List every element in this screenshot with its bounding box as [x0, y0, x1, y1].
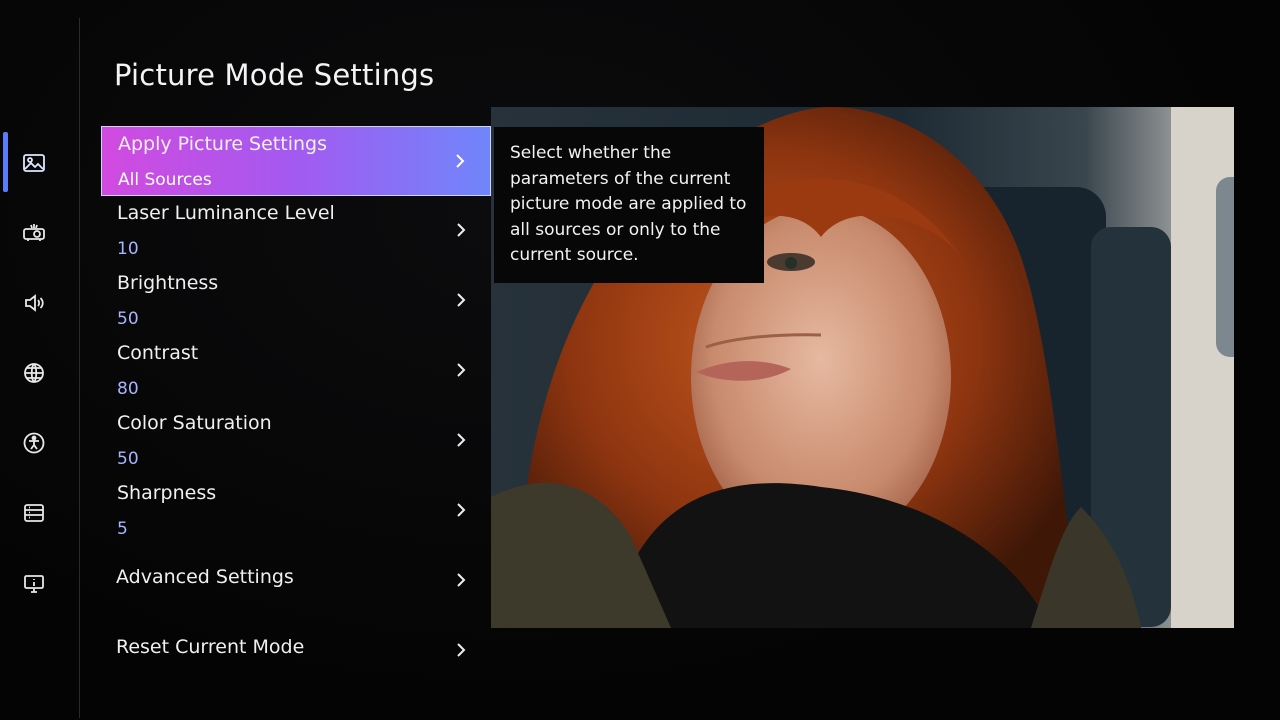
menu-item-apply-picture-settings[interactable]: Apply Picture Settings All Sources — [101, 126, 491, 196]
help-line: Select whether the — [510, 143, 672, 163]
speaker-icon — [25, 294, 44, 312]
globe-icon — [24, 363, 44, 383]
help-description-box: Select whether the parameters of the cur… — [494, 127, 764, 283]
menu-item-reset-current-mode[interactable]: Reset Current Mode — [101, 622, 491, 682]
menu-item-laser-luminance-level[interactable]: Laser Luminance Level 10 — [101, 196, 491, 266]
menu-item-label: Reset Current Mode — [116, 636, 305, 658]
picture-settings-menu: Apply Picture Settings All Sources Laser… — [101, 126, 491, 546]
rail-item-projector[interactable] — [14, 213, 54, 253]
page-title: Picture Mode Settings — [114, 58, 435, 92]
chevron-right-icon — [457, 503, 466, 517]
chevron-right-icon — [457, 433, 466, 447]
settings-category-rail — [0, 0, 80, 720]
help-line: parameters of the current — [510, 168, 731, 189]
help-text: Select whether the parameters of the cur… — [510, 141, 748, 269]
tv-settings-screen: Picture Mode Settings Apply Picture Sett… — [0, 0, 1280, 720]
picture-icon — [23, 154, 45, 172]
chevron-right-icon — [456, 154, 465, 168]
projector-icon — [23, 224, 45, 241]
menu-item-label: Contrast — [117, 342, 199, 364]
menu-item-value: All Sources — [118, 170, 212, 190]
menu-item-label: Apply Picture Settings — [118, 133, 327, 155]
menu-item-label: Sharpness — [117, 482, 217, 504]
rail-item-sound[interactable] — [14, 283, 54, 323]
menu-item-label: Laser Luminance Level — [117, 202, 335, 224]
menu-item-label: Advanced Settings — [116, 566, 294, 588]
menu-item-value: 50 — [117, 449, 139, 469]
list-icon — [24, 504, 44, 522]
info-display-icon — [24, 575, 44, 593]
menu-item-value: 10 — [117, 239, 139, 259]
help-line: all sources or only to the — [510, 219, 721, 240]
rail-item-system[interactable] — [14, 493, 54, 533]
menu-item-advanced-settings[interactable]: Advanced Settings — [101, 552, 491, 612]
active-category-indicator — [3, 132, 8, 192]
menu-item-value: 80 — [117, 379, 139, 399]
rail-item-network[interactable] — [14, 353, 54, 393]
menu-item-color-saturation[interactable]: Color Saturation 50 — [101, 406, 491, 476]
menu-item-value: 5 — [117, 519, 128, 539]
rail-item-support[interactable] — [14, 563, 54, 603]
rail-item-picture[interactable] — [14, 143, 54, 183]
menu-item-contrast[interactable]: Contrast 80 — [101, 336, 491, 406]
chevron-right-icon — [457, 363, 466, 377]
chevron-right-icon — [457, 293, 466, 307]
help-line: current source. — [510, 245, 639, 265]
chevron-right-icon — [457, 643, 466, 657]
menu-item-label: Brightness — [117, 272, 219, 294]
menu-item-value: 50 — [117, 309, 139, 329]
chevron-right-icon — [457, 223, 466, 237]
chevron-right-icon — [457, 573, 466, 587]
rail-item-accessibility[interactable] — [14, 423, 54, 463]
rail-divider — [79, 18, 80, 718]
accessibility-icon — [23, 432, 45, 454]
menu-item-label: Color Saturation — [117, 412, 272, 434]
menu-item-brightness[interactable]: Brightness 50 — [101, 266, 491, 336]
help-line: picture mode are applied to — [510, 194, 747, 214]
menu-item-sharpness[interactable]: Sharpness 5 — [101, 476, 491, 546]
